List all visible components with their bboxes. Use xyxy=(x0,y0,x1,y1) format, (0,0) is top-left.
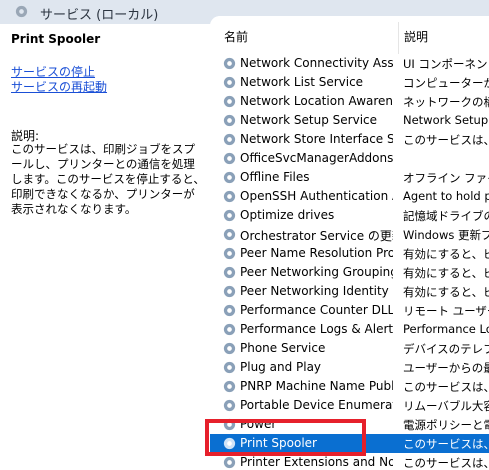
service-row[interactable]: Performance Logs & Alerts Performance Log… xyxy=(210,320,489,339)
service-description-cell: Agent to hold priva xyxy=(403,189,489,203)
service-description-cell: リモート ユーザーおよ xyxy=(403,304,489,318)
service-name: Offline Files xyxy=(240,170,310,184)
service-description-cell: UI コンポーネントに xyxy=(403,57,489,71)
gear-icon xyxy=(223,133,236,146)
window-title: サービス (ローカル) xyxy=(40,8,159,23)
gear-icon xyxy=(223,380,236,393)
service-description-cell: ネットワークの構成 xyxy=(403,95,489,109)
service-description-cell: このサービスは、ピア xyxy=(403,380,489,394)
service-name: Phone Service xyxy=(240,341,326,355)
service-description-cell: このサービスは、ネット xyxy=(403,133,489,147)
service-name: Network Setup Service xyxy=(240,113,378,127)
service-row[interactable]: Performance Counter DLL H... リモート ユーザーおよ xyxy=(210,301,489,320)
gear-icon xyxy=(223,57,236,70)
service-row[interactable]: Printer Extensions and Notif... このサービスは、プ… xyxy=(210,453,489,470)
gear-icon xyxy=(223,152,236,165)
service-description-cell: オフライン ファイル サ xyxy=(403,171,489,185)
service-name: Print Spooler xyxy=(240,436,317,450)
column-header-description[interactable]: 説明 xyxy=(404,28,428,45)
gear-icon xyxy=(223,437,236,450)
gear-icon xyxy=(223,190,236,203)
service-row[interactable]: Network List Service コンピューターが接続 xyxy=(210,73,489,92)
gear-icon xyxy=(223,228,236,241)
service-description-cell: Network Setup Servi xyxy=(403,113,489,127)
service-description: このサービスは、印刷ジョブをスプールし、プリンターとの通信を処理します。このサー… xyxy=(11,142,205,216)
service-description-cell: 電源ポリシーと電源 xyxy=(403,418,489,432)
service-row[interactable]: Phone Service デバイスのテレフォニ xyxy=(210,339,489,358)
service-name: Peer Networking Grouping xyxy=(240,265,393,279)
service-name: Performance Logs & Alerts xyxy=(240,322,393,336)
gear-icon xyxy=(223,342,236,355)
service-description-cell: コンピューターが接続 xyxy=(403,76,489,90)
gear-icon xyxy=(223,266,236,279)
service-row[interactable]: Network Location Awareness ネットワークの構成 xyxy=(210,92,489,111)
gear-icon xyxy=(223,76,236,89)
gear-icon xyxy=(223,285,236,298)
service-name: Network Location Awareness xyxy=(240,94,393,108)
service-name: Plug and Play xyxy=(240,360,322,374)
service-description-cell: デバイスのテレフォニ xyxy=(403,342,489,356)
gear-icon xyxy=(15,5,28,18)
service-detail-pane: Print Spooler サービスの停止 サービスの再起動 説明: このサービ… xyxy=(0,24,210,470)
service-row[interactable]: Print Spooler このサービスは、印 xyxy=(210,434,489,453)
gear-icon xyxy=(223,247,236,260)
service-row[interactable]: Network Setup Service Network Setup Servi xyxy=(210,111,489,130)
service-description-cell: このサービスは、印 xyxy=(403,437,489,451)
service-name: PNRP Machine Name Publi... xyxy=(240,379,393,393)
service-description-cell: 有効にすると、ピア xyxy=(403,247,489,261)
gear-icon xyxy=(223,114,236,127)
service-name: Printer Extensions and Notif... xyxy=(240,455,393,469)
service-row[interactable]: OfficeSvcManagerAddons xyxy=(210,149,489,168)
service-name: Network List Service xyxy=(240,75,364,89)
service-name: Optimize drives xyxy=(240,208,335,222)
service-name: Power xyxy=(240,417,277,431)
gear-icon xyxy=(223,361,236,374)
list-header: 名前 説明 xyxy=(210,16,489,54)
service-name: Network Store Interface Ser... xyxy=(240,132,393,146)
service-name: Peer Name Resolution Prot... xyxy=(240,246,393,260)
service-row[interactable]: Orchestrator Service の更新 Windows 更新プログ xyxy=(210,225,489,244)
service-row[interactable]: Power 電源ポリシーと電源 xyxy=(210,415,489,434)
column-divider[interactable] xyxy=(398,22,399,54)
column-header-name[interactable]: 名前 xyxy=(224,28,248,45)
gear-icon xyxy=(223,95,236,108)
service-description-cell: 有効にすると、ピア xyxy=(403,266,489,280)
gear-icon xyxy=(223,171,236,184)
service-name: Network Connectivity Assist... xyxy=(240,56,393,70)
service-row[interactable]: Network Connectivity Assist... UI コンポーネント… xyxy=(210,54,489,73)
service-row[interactable]: Peer Networking Grouping 有効にすると、ピア xyxy=(210,263,489,282)
gear-icon xyxy=(223,456,236,469)
service-row[interactable]: Peer Networking Identity M... 有効にすると、ピア xyxy=(210,282,489,301)
service-row[interactable]: OpenSSH Authentication A... Agent to hold… xyxy=(210,187,489,206)
service-name: Performance Counter DLL H... xyxy=(240,303,393,317)
service-row[interactable]: Offline Files オフライン ファイル サ xyxy=(210,168,489,187)
service-name: Peer Networking Identity M... xyxy=(240,284,393,298)
service-row[interactable]: Network Store Interface Ser... このサービスは、ネッ… xyxy=(210,130,489,149)
service-description-cell: 有効にすると、ピア xyxy=(403,285,489,299)
gear-icon xyxy=(223,304,236,317)
service-description-cell: リムーバブル大容量 xyxy=(403,399,489,413)
service-row[interactable]: Optimize drives 記憶域ドライブのファ xyxy=(210,206,489,225)
service-row[interactable]: Plug and Play ユーザーからの最小 xyxy=(210,358,489,377)
service-row[interactable]: Portable Device Enumerator... リムーバブル大容量 xyxy=(210,396,489,415)
service-description-cell: 記憶域ドライブのファ xyxy=(403,209,489,223)
gear-icon xyxy=(223,418,236,431)
services-list: 名前 説明 Network Connectivity Assist... UI コ… xyxy=(210,16,489,470)
gear-icon xyxy=(223,209,236,222)
service-row[interactable]: PNRP Machine Name Publi... このサービスは、ピア xyxy=(210,377,489,396)
service-name: OfficeSvcManagerAddons xyxy=(240,151,393,165)
service-description-cell: ユーザーからの最小 xyxy=(403,361,489,375)
gear-icon xyxy=(223,323,236,336)
service-name: Portable Device Enumerator... xyxy=(240,398,393,412)
service-description-cell: Performance Logs a xyxy=(403,322,489,336)
gear-icon xyxy=(223,399,236,412)
service-row[interactable]: Peer Name Resolution Prot... 有効にすると、ピア xyxy=(210,244,489,263)
service-description-cell: このサービスは、プリ xyxy=(403,456,489,470)
service-name: OpenSSH Authentication A... xyxy=(240,189,393,203)
service-name: Orchestrator Service の更新 xyxy=(240,229,393,243)
restart-service-link[interactable]: サービスの再起動 xyxy=(11,78,107,95)
service-description-cell: Windows 更新プログ xyxy=(403,228,489,242)
service-name-heading: Print Spooler xyxy=(11,32,101,46)
